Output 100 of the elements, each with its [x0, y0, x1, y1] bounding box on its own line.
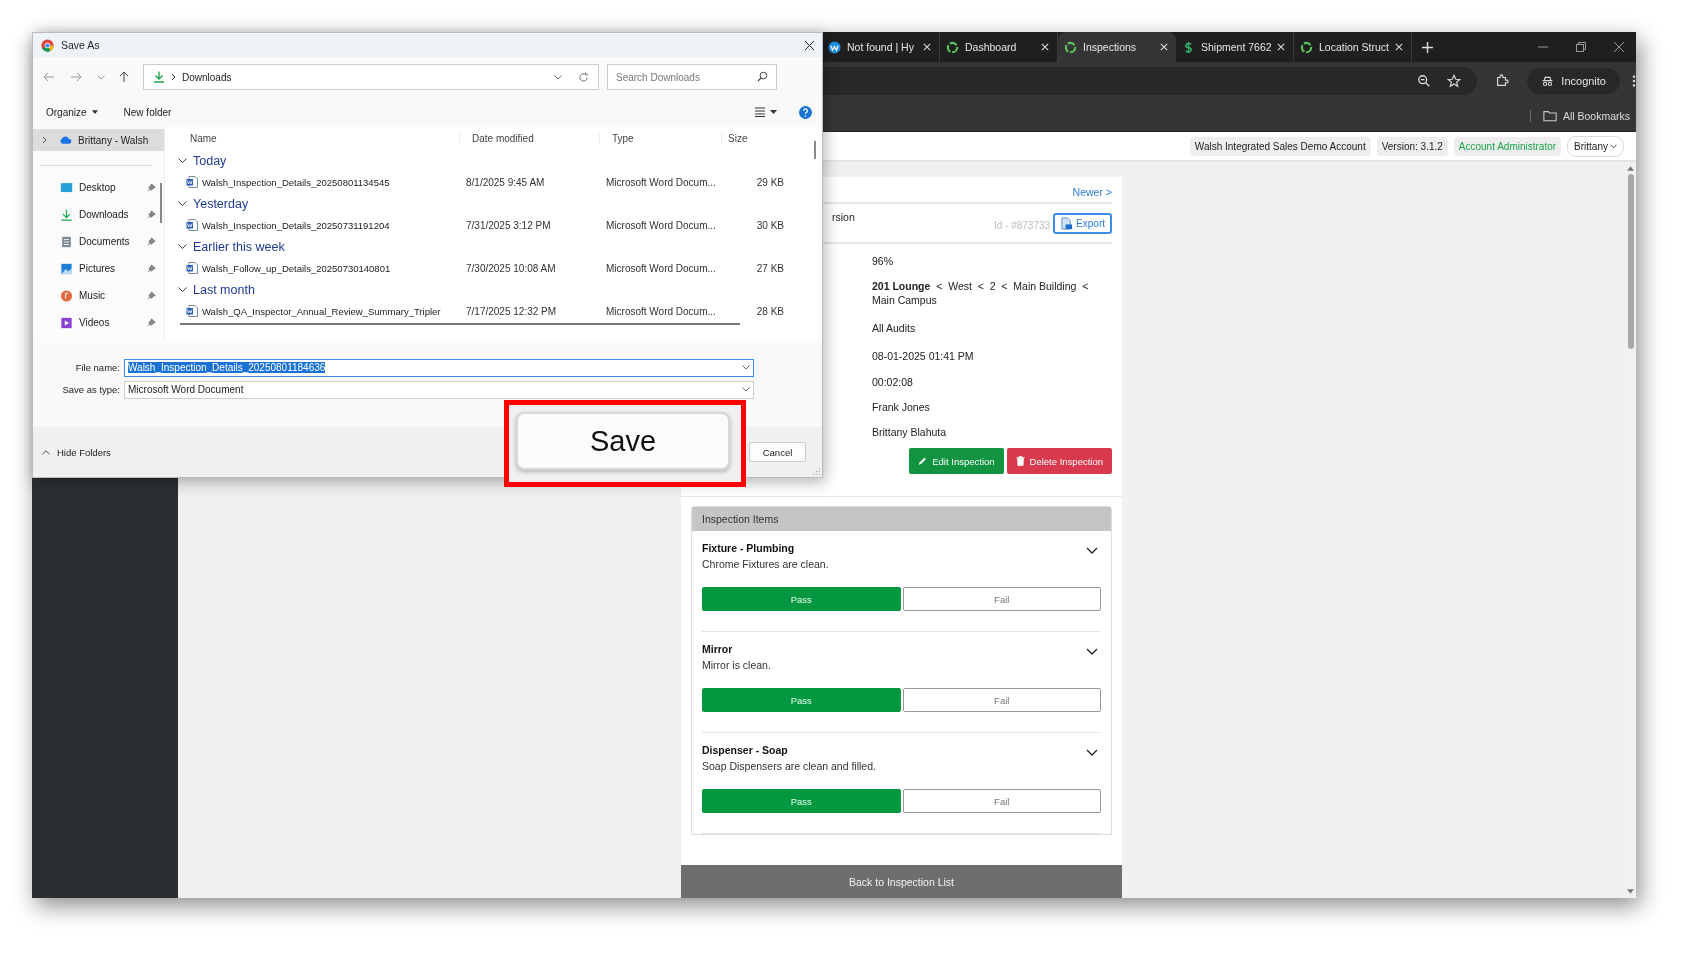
version-label: Version: 3.1.2: [1376, 136, 1448, 156]
folder-nav-item[interactable]: Desktop: [33, 174, 164, 201]
caret-icon[interactable]: [554, 74, 562, 80]
refresh-icon[interactable]: [578, 71, 589, 83]
answer-button[interactable]: Fail: [902, 587, 1101, 611]
puzzle-icon[interactable]: [1495, 74, 1510, 88]
file-date: 8/1/2025 9:45 AM: [465, 176, 546, 188]
bookmarks-folder[interactable]: All Bookmarks: [1529, 109, 1630, 122]
file-name-field[interactable]: Walsh_Inspection_Details_20250801184636: [124, 358, 754, 377]
up-arrow-icon[interactable]: [118, 71, 130, 83]
answer-button[interactable]: Pass: [702, 587, 901, 611]
folder-nav-item[interactable]: Downloads: [33, 201, 164, 228]
new-folder-button[interactable]: New folder: [123, 106, 172, 118]
pin-icon: [147, 237, 156, 246]
file-name[interactable]: Walsh_Inspection_Details_20250801134545: [202, 176, 390, 188]
column-header[interactable]: Type: [600, 132, 722, 144]
download-icon: [153, 71, 165, 83]
file-type: Microsoft Word Docum...: [605, 305, 717, 317]
new-tab-icon[interactable]: [1422, 41, 1433, 53]
save-type-dropdown[interactable]: Microsoft Word Document: [124, 380, 754, 399]
folder-nav-item[interactable]: Videos: [33, 309, 164, 336]
file-name[interactable]: Walsh_Inspection_Details_20250731191204: [202, 219, 390, 231]
close-icon[interactable]: [805, 40, 814, 50]
resize-grip-icon[interactable]: [813, 468, 820, 475]
group-header[interactable]: Today: [178, 149, 822, 172]
pin-icon: [147, 183, 156, 192]
chevron-icon: [178, 287, 187, 292]
arrow-up-icon[interactable]: [1627, 166, 1634, 171]
panel-title: Inspection Items: [692, 507, 1111, 531]
answer-button[interactable]: Pass: [702, 789, 901, 813]
column-header[interactable]: Date modified: [460, 132, 600, 144]
group-header[interactable]: Yesterday: [178, 192, 822, 215]
word-file-icon: [186, 176, 198, 188]
help-icon[interactable]: [799, 105, 812, 119]
save-button[interactable]: Save: [516, 412, 730, 470]
profile-button[interactable]: Incognito: [1527, 68, 1620, 94]
answer-button[interactable]: Fail: [902, 688, 1101, 712]
inspection-id: Id - #873733: [993, 219, 1051, 231]
export-button[interactable]: Export: [1053, 212, 1112, 234]
pin-icon: [147, 291, 156, 300]
caret-icon[interactable]: [742, 365, 750, 370]
app-icon: [41, 38, 54, 52]
chevron-icon[interactable]: [1086, 648, 1098, 655]
edit-button[interactable]: Edit Inspection: [909, 448, 1004, 474]
folder-nav-item[interactable]: Music: [33, 282, 164, 309]
answer-button[interactable]: Pass: [702, 688, 901, 712]
location-field[interactable]: Downloads: [143, 64, 599, 90]
column-header[interactable]: Name: [178, 132, 460, 144]
group-header[interactable]: Last month: [178, 278, 822, 301]
caret-icon[interactable]: [97, 74, 105, 80]
delete-button[interactable]: Delete Inspection: [1006, 448, 1112, 474]
scrollbar[interactable]: [814, 141, 816, 159]
caret-icon: [1610, 143, 1617, 149]
dialog-title: Save As: [61, 39, 100, 51]
list-view-icon[interactable]: [755, 107, 777, 117]
column-header[interactable]: Size: [722, 132, 788, 144]
chevron-icon[interactable]: [1086, 547, 1098, 554]
detail-value: Frank Jones: [872, 400, 931, 414]
file-name[interactable]: Walsh_Follow_up_Details_20250730140801: [202, 262, 391, 274]
menu-icon[interactable]: [1632, 74, 1636, 88]
ring-icon: [1300, 40, 1313, 54]
dollar-icon: [1182, 40, 1195, 54]
organize-menu[interactable]: Organize: [46, 106, 98, 118]
document-icon: [1060, 216, 1074, 230]
detail-value: All Audits: [872, 321, 917, 335]
answer-button[interactable]: Fail: [902, 789, 1101, 813]
file-name[interactable]: Walsh_QA_Inspector_Annual_Review_Summary_Tripler: [202, 305, 441, 317]
chevron-icon: [178, 244, 187, 249]
file-size: 27 KB: [755, 262, 785, 274]
back-button[interactable]: Back to Inspection List: [681, 865, 1122, 898]
file-size: 29 KB: [755, 176, 785, 188]
close-icon[interactable]: [1614, 42, 1624, 52]
file-date: 7/17/2025 12:32 PM: [465, 305, 558, 317]
arrow-down-icon[interactable]: [1627, 889, 1634, 894]
group-header[interactable]: Earlier this week: [178, 235, 822, 258]
browser-tab[interactable]: Inspections: [1058, 32, 1176, 62]
restore-icon[interactable]: [1576, 42, 1586, 52]
folder-nav-item[interactable]: Brittany - Walsh: [33, 129, 164, 151]
image-icon: [60, 262, 73, 275]
cloud-icon: [59, 134, 72, 146]
forward-arrow-icon[interactable]: [70, 71, 82, 83]
chevron-icon[interactable]: [1086, 749, 1098, 756]
user-menu[interactable]: Brittany: [1567, 135, 1624, 157]
word-file-icon: [186, 262, 198, 274]
cancel-button[interactable]: Cancel: [749, 442, 806, 462]
pencil-icon: [918, 456, 928, 466]
scrollbar[interactable]: [180, 323, 740, 325]
star-icon[interactable]: [1447, 74, 1462, 88]
back-arrow-icon[interactable]: [43, 71, 55, 83]
search-field[interactable]: Search Downloads: [607, 64, 777, 90]
folder-nav-item[interactable]: Pictures: [33, 255, 164, 282]
video-icon: [60, 316, 73, 329]
folder-nav-item[interactable]: Documents: [33, 228, 164, 255]
chevron-icon: [171, 73, 176, 81]
hide-folders-button[interactable]: Hide Folders: [42, 446, 111, 458]
zoom-icon[interactable]: [1417, 74, 1432, 88]
pin-icon: [147, 210, 156, 219]
word-file-icon: [186, 305, 198, 317]
pin-icon: [147, 264, 156, 273]
newer-link[interactable]: Newer >: [1072, 186, 1112, 198]
